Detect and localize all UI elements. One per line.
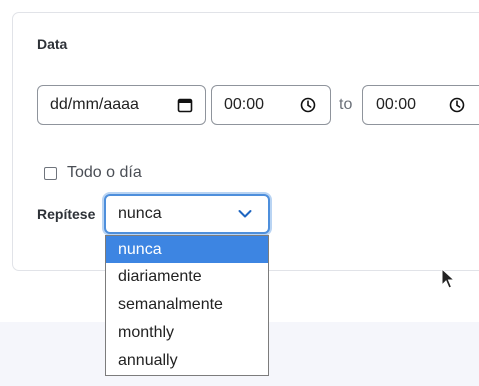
repeat-option-diariamente[interactable]: diariamente (106, 263, 268, 291)
date-input-placeholder: dd/mm/aaaa (50, 96, 139, 113)
repeat-select-value: nunca (118, 205, 162, 222)
repeat-select[interactable]: nunca (104, 194, 270, 234)
clock-icon[interactable] (300, 97, 316, 113)
clock-icon[interactable] (449, 97, 465, 113)
repeat-option-monthly[interactable]: monthly (106, 319, 268, 347)
mouse-cursor-icon (441, 268, 455, 289)
repeat-option-nunca[interactable]: nunca (106, 236, 268, 263)
allday-option[interactable]: Todo o día (44, 164, 142, 182)
end-time-value: 00:00 (376, 96, 417, 113)
repeat-dropdown-list: nunca diariamente semanalmente monthly a… (105, 235, 269, 376)
repeat-label: Repítese (37, 206, 96, 222)
date-section-label: Data (37, 36, 68, 52)
allday-label: Todo o día (67, 164, 142, 181)
repeat-option-annually[interactable]: annually (106, 347, 268, 375)
time-range-separator: to (339, 96, 353, 113)
start-time-input[interactable]: 00:00 (211, 85, 331, 125)
start-time-value: 00:00 (224, 96, 265, 113)
end-time-input[interactable]: 00:00 (362, 85, 479, 125)
chevron-down-icon (238, 210, 252, 218)
calendar-icon[interactable] (177, 97, 193, 113)
repeat-option-semanalmente[interactable]: semanalmente (106, 291, 268, 319)
allday-checkbox[interactable] (44, 166, 57, 180)
date-input[interactable]: dd/mm/aaaa (37, 85, 206, 125)
